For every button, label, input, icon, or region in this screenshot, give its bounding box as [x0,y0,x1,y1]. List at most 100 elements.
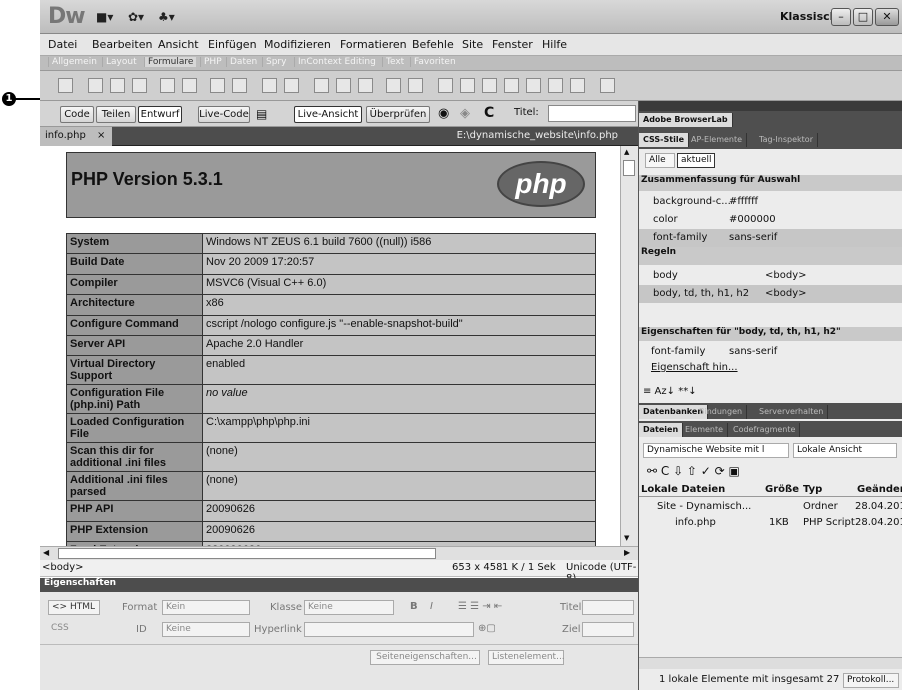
insert-tab-daten[interactable]: Daten [226,57,260,67]
tab-bindings[interactable]: Bindungen [695,405,748,419]
site-icon[interactable]: ♣▾ [158,10,175,24]
spry-confirm-icon[interactable] [548,78,563,93]
tab-files[interactable]: Dateien [639,423,684,437]
tab-ap-elements[interactable]: AP-Elemente [687,133,748,147]
menu-ansicht[interactable]: Ansicht [158,38,199,51]
list-menu-icon[interactable] [262,78,277,93]
validate-icon[interactable]: ◈ [460,106,470,121]
summary-row[interactable]: background-c... #ffffff [639,193,902,211]
doc-tab-info-php[interactable]: info.php × [40,127,112,146]
checkbox-icon[interactable] [160,78,175,93]
site-select[interactable]: Dynamische Website mit l [643,443,789,458]
menu-datei[interactable]: Datei [48,38,77,51]
design-view[interactable]: PHP Version 5.3.1 php System Windows NT Z… [40,146,620,546]
layout-icon[interactable]: ■▾ [96,10,113,24]
window-size[interactable]: 653 x 458 [452,562,502,573]
insert-tab-incontext[interactable]: InContext Editing [294,57,379,67]
col-local-files[interactable]: Lokale Dateien [641,483,725,496]
menu-formatieren[interactable]: Formatieren [340,38,407,51]
format-select[interactable]: Kein [162,600,250,615]
compat-icon[interactable]: ▤ [256,107,267,121]
log-button[interactable]: Protokoll... [843,673,899,688]
class-select[interactable]: Keine [304,600,394,615]
scroll-down-icon[interactable]: ▼ [624,534,629,542]
file-row[interactable]: info.php 1KB PHP Script 28.04.201 [639,515,902,531]
files-hscroll[interactable] [639,657,902,669]
text-field-icon[interactable] [88,78,103,93]
vscroll-thumb[interactable] [623,160,635,176]
view-select[interactable]: Lokale Ansicht [793,443,897,458]
menu-fenster[interactable]: Fenster [492,38,533,51]
css-bottom-icons[interactable]: ≡ Az↓ **↓ [639,383,902,401]
page-properties-button[interactable]: Seiteneigenschaften... [370,650,480,665]
all-button[interactable]: Alle [645,153,675,168]
horizontal-scrollbar[interactable]: ◀ ▶ [40,546,638,560]
scroll-right-icon[interactable]: ▶ [624,548,630,557]
menu-hilfe[interactable]: Hilfe [542,38,567,51]
insert-tab-favoriten[interactable]: Favoriten [410,57,459,67]
col-type[interactable]: Typ [803,483,822,496]
tab-server-behaviors[interactable]: Serververhalten [755,405,829,419]
add-property-link[interactable]: Eigenschaft hin... [639,359,902,377]
summary-row[interactable]: color #000000 [639,211,902,229]
jump-menu-icon[interactable] [284,78,299,93]
scroll-left-icon[interactable]: ◀ [43,548,49,557]
list-item-button[interactable]: Listenelement... [488,650,565,665]
menu-site[interactable]: Site [462,38,483,51]
inspect-button[interactable]: Überprüfen [366,106,430,123]
close-button[interactable]: ✕ [875,8,899,26]
current-button[interactable]: aktuell [677,153,715,168]
menu-befehle[interactable]: Befehle [412,38,454,51]
list-icons[interactable]: ☰ ☰ ⇥ ⇤ [458,601,502,612]
menu-bearbeiten[interactable]: Bearbeiten [92,38,152,51]
insert-tab-allgemein[interactable]: Allgemein [48,57,100,67]
col-size[interactable]: Größe [765,483,799,496]
rules-row[interactable]: body <body> [639,267,902,285]
title-input[interactable] [548,105,636,122]
code-view-button[interactable]: Code [60,106,94,123]
design-view-button[interactable]: Entwurf [138,106,182,123]
insert-tab-layout[interactable]: Layout [102,57,140,67]
files-toolbar-icons[interactable]: ⚯ C ⇩ ⇧ ✓ ⟳ ▣ [639,463,902,481]
close-tab-icon[interactable]: × [97,130,105,141]
label-icon[interactable] [386,78,401,93]
live-code-button[interactable]: Live-Code [198,106,250,123]
bold-icon[interactable]: B [410,601,418,612]
radio-group-icon[interactable] [232,78,247,93]
insert-tab-text[interactable]: Text [382,57,407,67]
col-modified[interactable]: Geänder [857,483,902,496]
id-select[interactable]: Keine [162,622,250,637]
browser-preview-icon[interactable]: ◉ [438,106,449,121]
file-field-icon[interactable] [336,78,351,93]
radio-icon[interactable] [210,78,225,93]
rules-row[interactable]: body, td, th, h1, h2 <body> [639,285,902,303]
spry-text-icon[interactable] [438,78,453,93]
button-icon[interactable] [358,78,373,93]
split-view-button[interactable]: Teilen [96,106,136,123]
spry-select-icon[interactable] [504,78,519,93]
live-view-button[interactable]: Live-Ansicht [294,106,362,123]
summary-row[interactable]: font-family sans-serif [639,229,902,247]
spry-checkbox-icon[interactable] [482,78,497,93]
insert-tab-php[interactable]: PHP [200,57,225,67]
textarea-icon[interactable] [132,78,147,93]
refresh-icon[interactable]: C [484,105,494,121]
tab-css-styles[interactable]: CSS-Stile [639,133,689,147]
point-to-file-icon[interactable]: ⊕▢ [478,623,496,634]
menu-modifizieren[interactable]: Modifizieren [264,38,331,51]
maximize-button[interactable]: □ [853,8,873,26]
hscroll-thumb[interactable] [58,548,436,559]
vertical-scrollbar[interactable]: ▲ ▼ [620,146,638,546]
spry-textarea-icon[interactable] [460,78,475,93]
title-field[interactable] [582,600,634,615]
image-field-icon[interactable] [314,78,329,93]
file-row[interactable]: Site - Dynamisch... Ordner 28.04.201 [639,499,902,515]
html-mode-button[interactable]: <> HTML [48,600,100,615]
spry-radio-icon[interactable] [570,78,585,93]
tab-snippets[interactable]: Codefragmente [729,423,801,437]
extend-icon[interactable]: ✿▾ [128,10,144,24]
css-mode-button[interactable]: CSS [48,622,100,637]
insert-tab-spry[interactable]: Spry [262,57,289,67]
tab-assets[interactable]: Elemente [681,423,729,437]
extra-icon[interactable] [600,78,615,93]
